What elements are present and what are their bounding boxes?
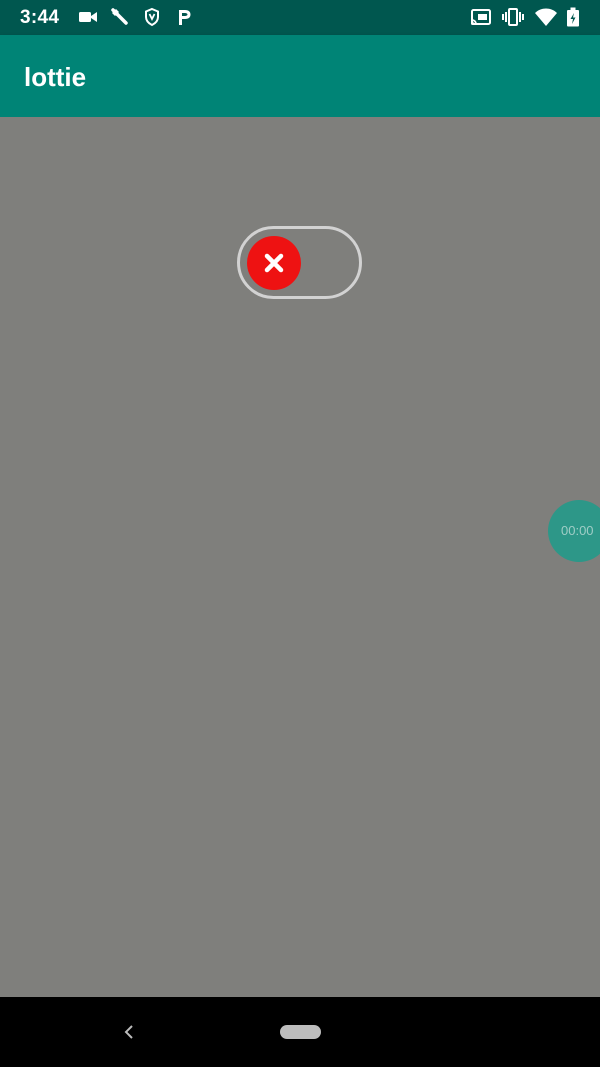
status-bar: 3:44 [0,0,600,35]
home-pill-icon[interactable] [280,1025,321,1039]
status-time: 3:44 [20,7,60,28]
timer-text: 00:00 [561,523,594,538]
close-icon [264,253,284,273]
vibrate-icon [502,7,524,27]
video-camera-icon [79,7,98,27]
cast-icon [470,7,492,27]
animation-canvas: 00:00 [0,117,600,997]
back-chevron-icon[interactable] [119,1021,139,1043]
app-bar: lottie [0,35,600,117]
battery-icon [566,7,580,27]
wifi-icon [534,7,558,27]
navigation-bar [0,997,600,1067]
shield-icon [144,7,160,27]
app-title: lottie [24,62,87,92]
wrench-icon [110,7,130,27]
toggle-switch[interactable] [237,226,362,299]
timer-bubble[interactable]: 00:00 [548,500,600,562]
toggle-knob[interactable] [247,236,301,290]
parking-p-icon [177,7,192,27]
